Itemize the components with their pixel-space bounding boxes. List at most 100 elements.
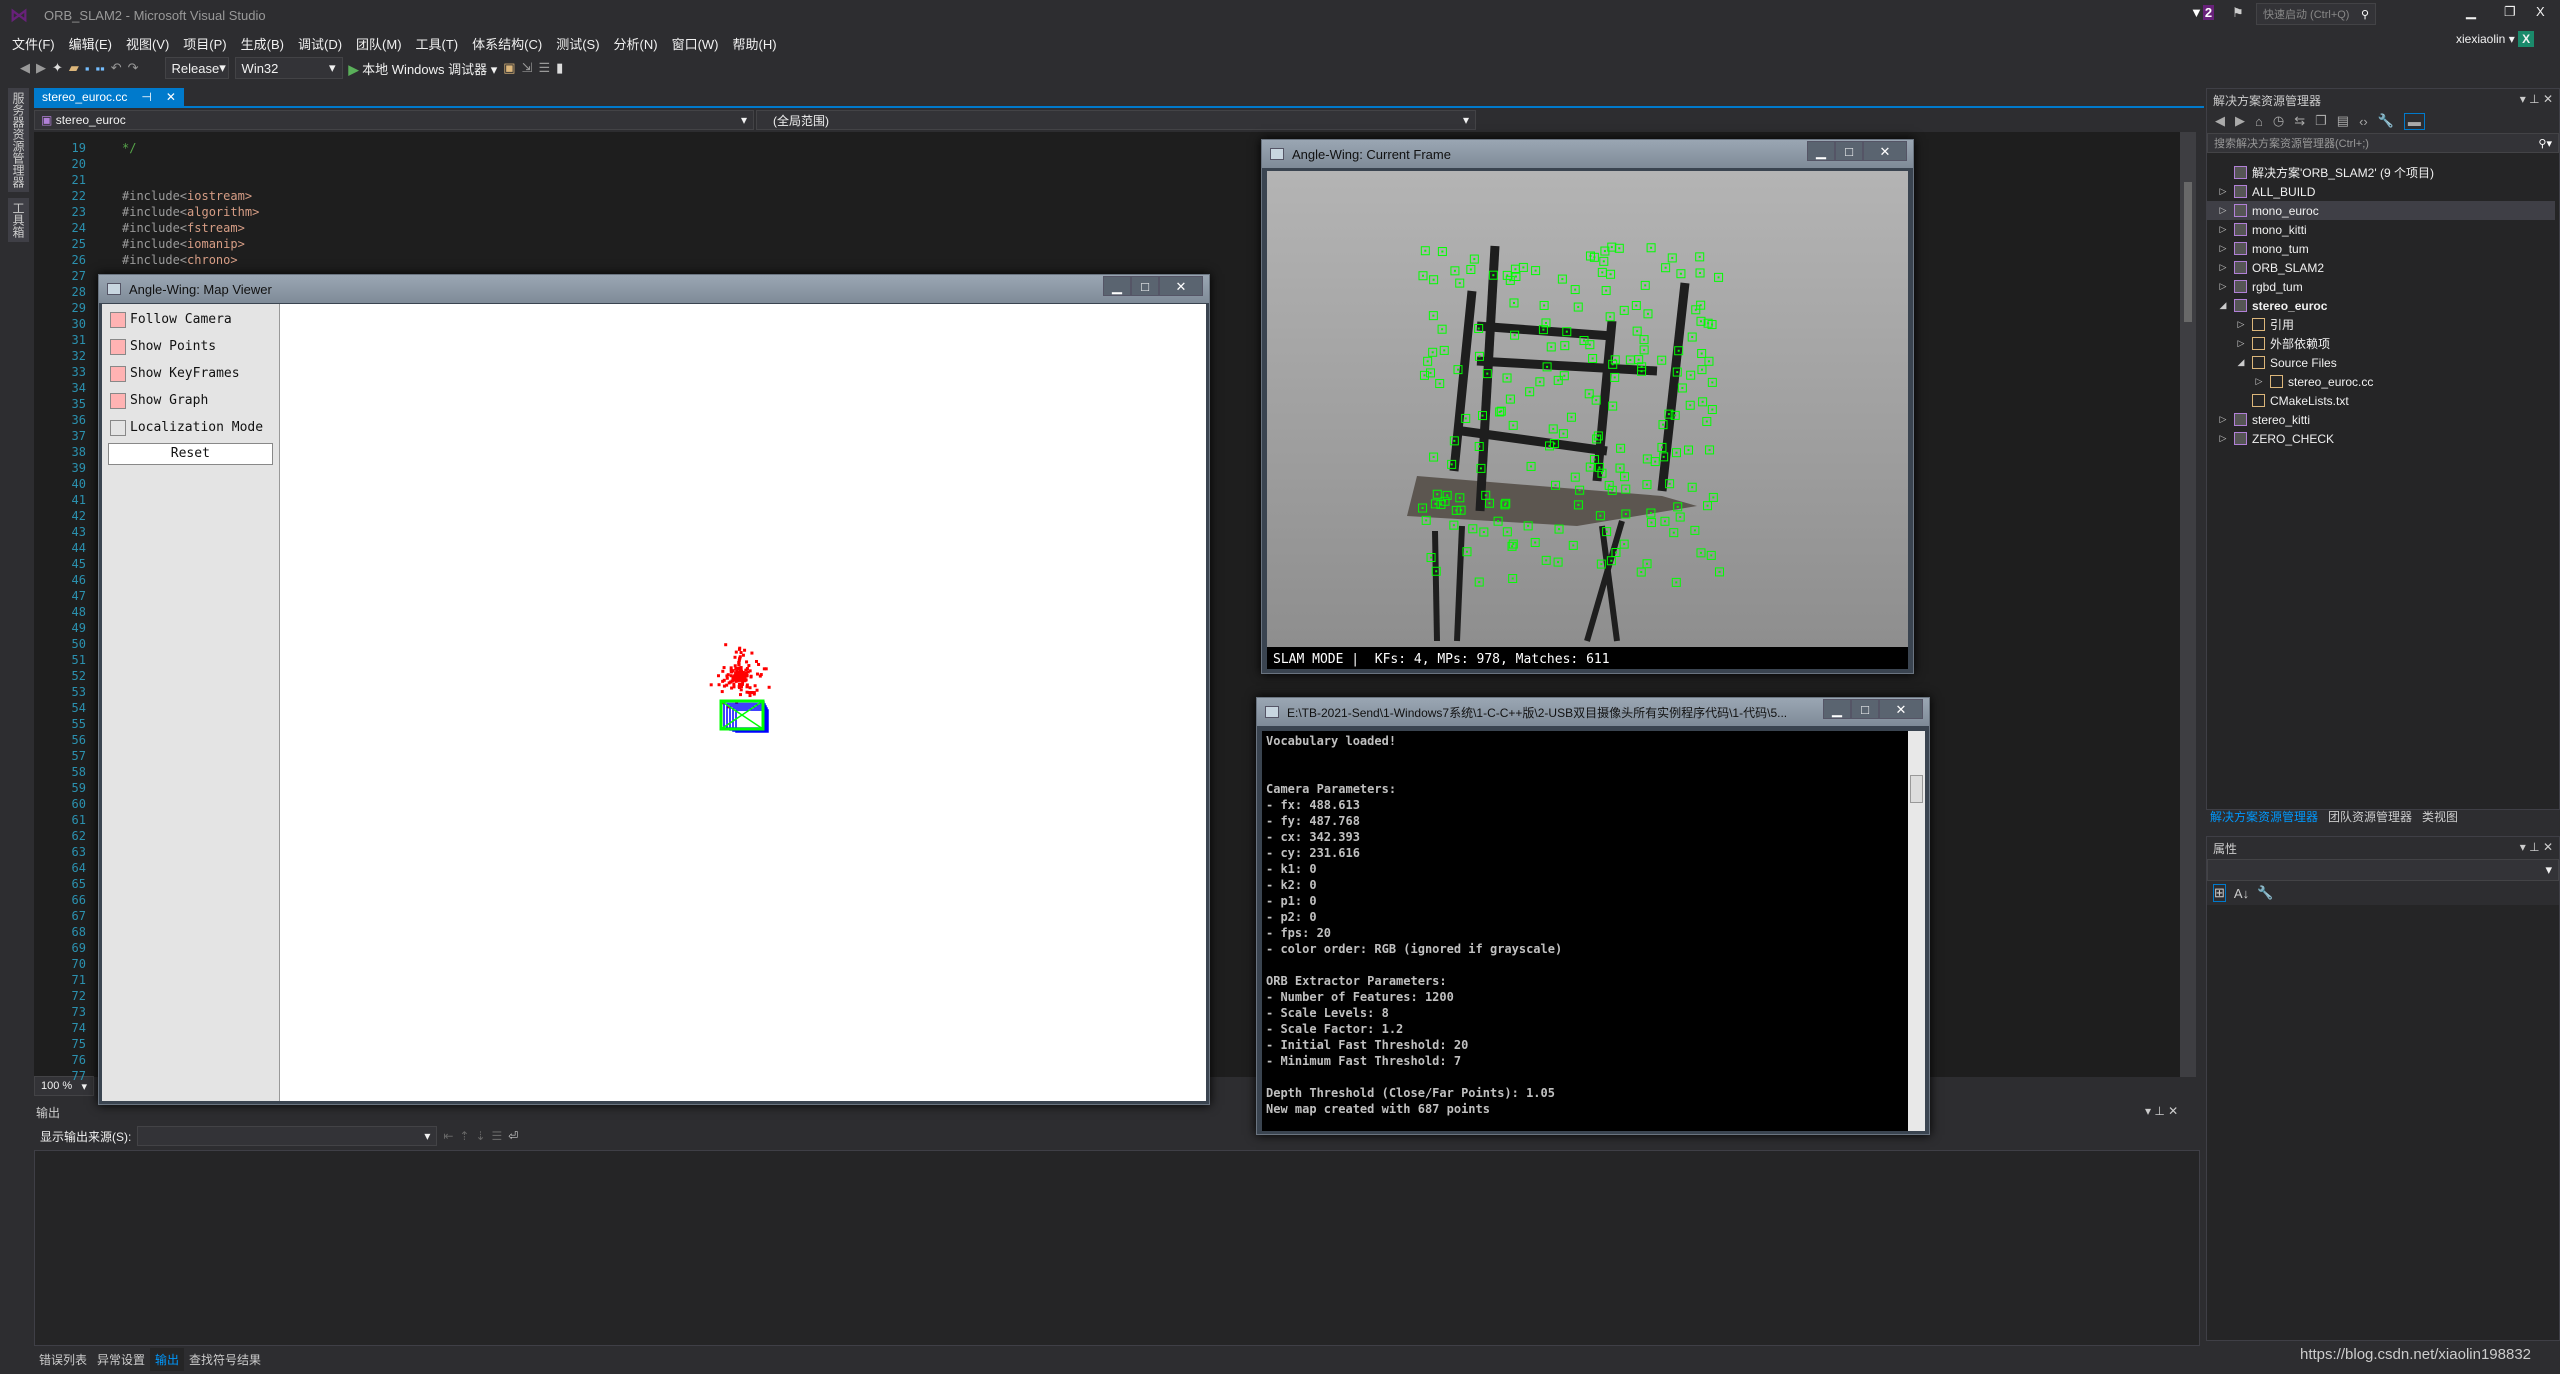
collapse-icon[interactable]: ❐ <box>2315 113 2327 129</box>
word-wrap-icon[interactable]: ⏎ <box>508 1129 518 1143</box>
server-explorer-tab[interactable]: 服务器资源管理器 <box>8 88 29 192</box>
pin-icon[interactable]: ⊥ <box>2529 840 2539 854</box>
properties-icon[interactable]: 🔧 <box>2378 113 2394 129</box>
output-tab[interactable]: 异常设置 <box>92 1348 150 1371</box>
menu-item[interactable]: 团队(M) <box>352 30 412 52</box>
editor-scrollbar[interactable] <box>2180 132 2196 1077</box>
expand-arrow-icon[interactable]: ▷ <box>2217 262 2229 273</box>
console-titlebar[interactable]: E:\TB-2021-Send\1-Windows7系统\1-C-C++版\2-… <box>1257 698 1929 726</box>
tree-item[interactable]: ▷ stereo_euroc.cc <box>2207 372 2555 391</box>
sync-icon[interactable]: ⇆ <box>2294 113 2305 129</box>
checkbox[interactable] <box>110 419 126 436</box>
panel-tab[interactable]: 团队资源管理器 <box>2328 808 2412 825</box>
expand-arrow-icon[interactable]: ▷ <box>2217 243 2229 254</box>
checkbox[interactable] <box>110 392 126 409</box>
expand-arrow-icon[interactable]: ▷ <box>2253 376 2265 387</box>
maximize-button[interactable]: □ <box>1835 141 1863 161</box>
expand-arrow-icon[interactable]: ◢ <box>2235 357 2247 368</box>
menu-item[interactable]: 调试(D) <box>294 30 352 52</box>
toolbox-tab[interactable]: 工具箱 <box>8 198 29 242</box>
output-tab[interactable]: 错误列表 <box>34 1348 92 1371</box>
save-all-icon[interactable]: ▪▪ <box>96 61 105 76</box>
menu-item[interactable]: 项目(P) <box>179 30 236 52</box>
configuration-select[interactable]: Release ▾ <box>164 57 229 79</box>
prev-message-icon[interactable]: ⇡ <box>459 1129 469 1143</box>
menu-item[interactable]: 生成(B) <box>237 30 294 52</box>
close-icon[interactable]: ✕ <box>2543 840 2553 854</box>
option-show-points[interactable]: Show Points <box>102 333 279 360</box>
tree-item[interactable]: ◢ Source Files <box>2207 353 2555 372</box>
tree-item[interactable]: CMakeLists.txt <box>2207 391 2555 410</box>
quick-launch-input[interactable]: 快速启动 (Ctrl+Q) ⚲ <box>2256 3 2376 25</box>
panel-tab[interactable]: 解决方案资源管理器 <box>2210 808 2318 825</box>
output-tab[interactable]: 查找符号结果 <box>184 1348 266 1371</box>
close-icon[interactable]: ✕ <box>2168 1104 2178 1118</box>
expand-arrow-icon[interactable]: ▷ <box>2235 338 2247 349</box>
map-viewer-titlebar[interactable]: Angle-Wing: Map Viewer ▁ □ ✕ <box>99 275 1209 303</box>
console-scrollbar[interactable] <box>1908 731 1925 1131</box>
tree-item[interactable]: ▷ rgbd_tum <box>2207 277 2555 296</box>
console-output[interactable]: Vocabulary loaded! Camera Parameters: - fx… <box>1262 731 1908 1131</box>
scope-nav-select[interactable]: (全局范围) ▾ <box>756 110 1476 130</box>
close-button[interactable]: ✕ <box>1159 276 1203 296</box>
map-canvas[interactable] <box>280 304 1206 1101</box>
redo-icon[interactable]: ↷ <box>128 60 139 76</box>
output-source-select[interactable]: ▾ <box>137 1126 438 1146</box>
checkbox[interactable] <box>110 338 126 355</box>
option-show-graph[interactable]: Show Graph <box>102 387 279 414</box>
pin-icon[interactable]: ⊣ <box>141 90 151 106</box>
back-icon[interactable]: ◀ <box>20 60 30 76</box>
menu-item[interactable]: 编辑(E) <box>65 30 122 52</box>
pin-icon[interactable]: ⊥ <box>2154 1104 2164 1118</box>
tree-item[interactable]: ▷ ALL_BUILD <box>2207 182 2555 201</box>
tree-item[interactable]: ▷ mono_kitti <box>2207 220 2555 239</box>
close-button[interactable]: ✕ <box>1863 141 1907 161</box>
tab-stereo-euroc[interactable]: stereo_euroc.cc ⊣ ✕ <box>34 88 184 108</box>
clear-all-icon[interactable]: ☰ <box>492 1129 503 1143</box>
menu-item[interactable]: 视图(V) <box>122 30 179 52</box>
output-tab[interactable]: 输出 <box>150 1348 185 1371</box>
find-message-icon[interactable]: ⇤ <box>443 1129 453 1143</box>
feedback-icon[interactable]: ⚑ <box>2232 5 2244 21</box>
forward-icon[interactable]: ▶ <box>2235 113 2245 129</box>
tree-item[interactable]: ▷ mono_tum <box>2207 239 2555 258</box>
maximize-button[interactable]: □ <box>1131 276 1159 296</box>
maximize-button[interactable]: □ <box>1851 699 1879 719</box>
start-debug-button[interactable]: ▶ 本地 Windows 调试器 ▾ <box>349 59 498 78</box>
next-message-icon[interactable]: ⇣ <box>475 1129 485 1143</box>
code-icon[interactable]: ‹› <box>2359 114 2368 129</box>
close-button[interactable]: X <box>2536 4 2545 19</box>
option-show-keyframes[interactable]: Show KeyFrames <box>102 360 279 387</box>
menu-item[interactable]: 帮助(H) <box>729 30 787 52</box>
dropdown-icon[interactable]: ▾ <box>2145 1104 2151 1118</box>
home-icon[interactable]: ⌂ <box>2255 114 2263 129</box>
option-follow-camera[interactable]: Follow Camera <box>102 306 279 333</box>
expand-arrow-icon[interactable]: ▷ <box>2217 186 2229 197</box>
current-frame-titlebar[interactable]: Angle-Wing: Current Frame ▁ □ ✕ <box>1262 140 1913 168</box>
preview-icon[interactable]: ▬ <box>2403 112 2425 130</box>
tree-item[interactable]: 解决方案'ORB_SLAM2' (9 个项目) <box>2207 163 2555 182</box>
output-content[interactable] <box>34 1150 2200 1346</box>
notification-flag-icon[interactable]: ▼ 2 <box>2190 5 2215 20</box>
properties-object-select[interactable]: ▾ <box>2207 859 2559 881</box>
step-icon[interactable]: ⇲ <box>522 60 533 76</box>
save-icon[interactable]: ▪ <box>85 61 90 76</box>
back-icon[interactable]: ◀ <box>2215 113 2225 129</box>
platform-select[interactable]: Win32 ▾ <box>234 57 343 79</box>
close-icon[interactable]: ✕ <box>2543 92 2553 106</box>
show-all-icon[interactable]: ▤ <box>2337 113 2349 129</box>
dropdown-icon[interactable]: ▾ <box>2520 92 2526 106</box>
find-icon[interactable]: ▣ <box>503 60 515 76</box>
history-icon[interactable]: ◷ <box>2273 113 2284 129</box>
menu-item[interactable]: 窗口(W) <box>668 30 729 52</box>
checkbox[interactable] <box>110 311 126 328</box>
option-localization-mode[interactable]: Localization Mode <box>102 414 279 441</box>
menu-item[interactable]: 体系结构(C) <box>468 30 552 52</box>
expand-arrow-icon[interactable]: ◢ <box>2217 300 2229 311</box>
tree-item[interactable]: ▷ ORB_SLAM2 <box>2207 258 2555 277</box>
open-icon[interactable]: ▰ <box>69 60 79 76</box>
undo-icon[interactable]: ↶ <box>111 60 122 76</box>
restore-button[interactable]: ❐ <box>2504 4 2516 20</box>
pin-icon[interactable]: ⊥ <box>2529 92 2539 106</box>
user-account[interactable]: xiexiaolin ▾ X <box>2456 31 2535 47</box>
